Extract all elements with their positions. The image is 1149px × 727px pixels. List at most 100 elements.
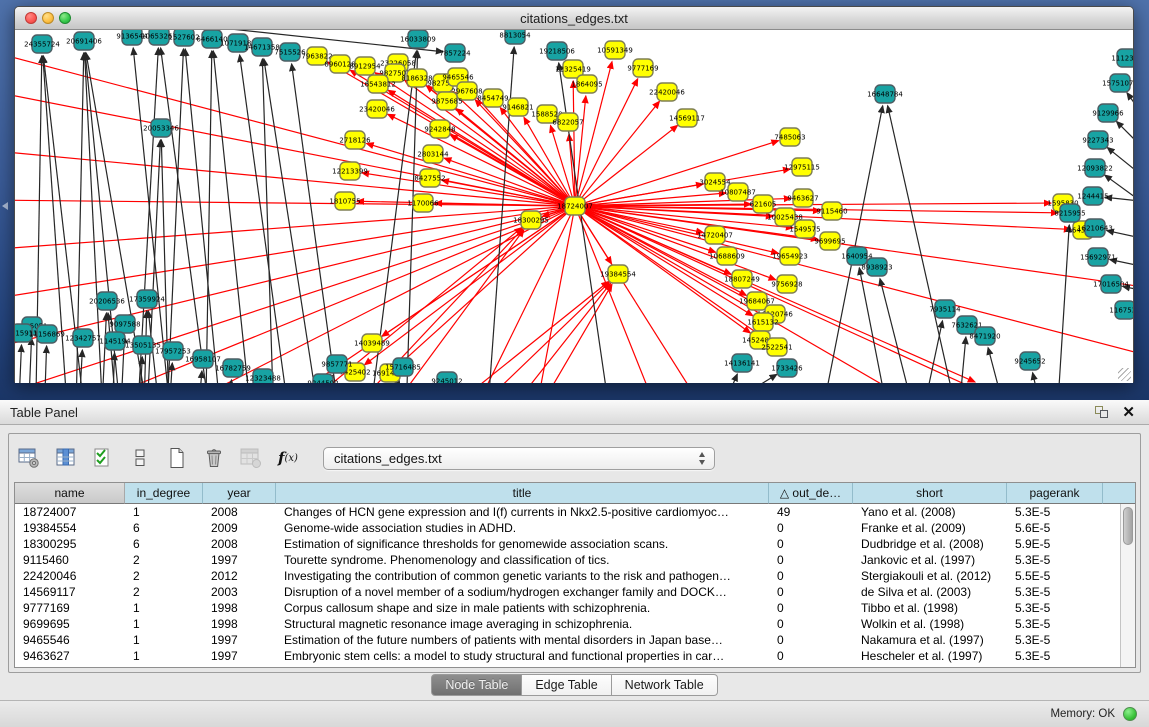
graph-node[interactable]: 17016504 (1093, 275, 1129, 293)
table-cell[interactable]: 5.5E-5 (1007, 568, 1103, 584)
minimize-window-button[interactable] (42, 12, 54, 24)
graph-node[interactable]: 9129966 (1092, 104, 1124, 122)
column-header-out_de[interactable]: △ out_de… (769, 483, 853, 504)
zoom-window-button[interactable] (59, 12, 71, 24)
float-panel-icon[interactable] (1095, 406, 1109, 419)
network-canvas[interactable]: 1872400718300295796382289601288912954232… (15, 30, 1133, 383)
graph-edge[interactable] (535, 206, 575, 383)
graph-node[interactable]: 10688609 (709, 247, 745, 265)
table-row[interactable]: 1938455462009Genome-wide association stu… (15, 520, 1135, 536)
table-cell[interactable]: 9115460 (15, 552, 125, 568)
graph-edge[interactable] (1127, 93, 1133, 125)
table-cell[interactable]: Dudbridge et al. (2008) (853, 536, 1007, 552)
table-cell[interactable]: 9463627 (15, 648, 125, 664)
table-cell[interactable]: Tourette syndrome. Phenomenology and cla… (276, 552, 769, 568)
table-cell[interactable]: 0 (769, 536, 853, 552)
graph-edge[interactable] (43, 346, 47, 383)
graph-node[interactable]: 1244415 (1077, 187, 1108, 205)
column-header-year[interactable]: year (203, 483, 276, 504)
graph-edge[interactable] (1033, 373, 1050, 383)
table-row[interactable]: 1872400712008Changes of HCN gene express… (15, 504, 1135, 520)
table-cell[interactable]: 1998 (203, 616, 276, 632)
graph-node[interactable]: 9097588 (109, 315, 140, 333)
graph-edge[interactable] (888, 106, 965, 383)
table-cell[interactable]: Hescheler et al. (1997) (853, 648, 1007, 664)
graph-edge[interactable] (185, 49, 225, 383)
table-settings-icon[interactable] (15, 444, 43, 472)
table-cell[interactable]: 5.3E-5 (1007, 552, 1103, 568)
function-builder-icon[interactable]: f(x) (274, 444, 302, 472)
graph-edge[interactable] (255, 206, 575, 383)
graph-node[interactable]: 9245652 (1014, 352, 1045, 370)
table-cell[interactable]: 18300295 (15, 536, 125, 552)
graph-edge[interactable] (880, 279, 925, 383)
table-cell[interactable]: 0 (769, 648, 853, 664)
column-header-title[interactable]: title (276, 483, 769, 504)
graph-edge[interactable] (262, 59, 275, 383)
table-cell[interactable]: 1 (125, 600, 203, 616)
table-cell[interactable]: 2 (125, 584, 203, 600)
graph-node[interactable]: 7485063 (774, 128, 805, 146)
table-cell[interactable]: Nakamura et al. (1997) (853, 632, 1007, 648)
graph-edge[interactable] (195, 371, 202, 383)
graph-node[interactable]: 17359924 (129, 290, 165, 308)
graph-node[interactable]: 19218506 (539, 42, 575, 60)
table-cell[interactable]: 5.3E-5 (1007, 632, 1103, 648)
table-cell[interactable]: 2003 (203, 584, 276, 600)
table-cell[interactable]: 6 (125, 536, 203, 552)
table-cell[interactable]: 1997 (203, 648, 276, 664)
delete-table-icon[interactable] (200, 444, 228, 472)
table-row[interactable]: 911546021997Tourette syndrome. Phenomeno… (15, 552, 1135, 568)
graph-edge[interactable] (575, 79, 638, 206)
graph-edge[interactable] (17, 345, 21, 383)
graph-node[interactable]: 621605 (750, 195, 777, 213)
column-header-short[interactable]: short (853, 483, 1007, 504)
table-cell[interactable]: 18724007 (15, 504, 125, 520)
graph-node[interactable]: 16033809 (400, 30, 436, 48)
table-cell[interactable]: Franke et al. (2009) (853, 520, 1007, 536)
insert-column-icon[interactable] (52, 444, 80, 472)
table-cell[interactable]: Investigating the contribution of common… (276, 568, 769, 584)
graph-edge[interactable] (1116, 121, 1133, 155)
table-cell[interactable]: 49 (769, 504, 853, 520)
table-cell[interactable]: 1 (125, 648, 203, 664)
table-cell[interactable]: 5.3E-5 (1007, 648, 1103, 664)
graph-edge[interactable] (1055, 225, 1069, 383)
table-cell[interactable]: 2012 (203, 568, 276, 584)
graph-node[interactable]: 22420046 (649, 83, 685, 101)
table-cell[interactable]: 1 (125, 504, 203, 520)
graph-edge[interactable] (575, 206, 1133, 360)
collapse-arrow-icon[interactable] (2, 202, 8, 210)
table-row[interactable]: 977716911998Corpus callosum shape and si… (15, 600, 1135, 616)
memory-ok-indicator[interactable] (1123, 707, 1137, 721)
table-cell[interactable]: 0 (769, 552, 853, 568)
table-cell[interactable]: Embryonic stem cells: a model to study s… (276, 648, 769, 664)
graph-node[interactable]: 12342757 (65, 329, 101, 347)
table-row[interactable]: 1456911722003Disruption of a novel membe… (15, 584, 1135, 600)
graph-node[interactable]: 1810755 (329, 192, 360, 210)
column-header-pagerank[interactable]: pagerank (1007, 483, 1103, 504)
graph-edge[interactable] (988, 348, 1015, 383)
table-cell[interactable]: Corpus callosum shape and size in male p… (276, 600, 769, 616)
tab-network-table[interactable]: Network Table (612, 674, 718, 696)
graph-node[interactable]: 1112304 (1111, 49, 1133, 67)
graph-edge[interactable] (475, 206, 575, 383)
graph-node[interactable]: 12975115 (784, 158, 820, 176)
graph-edge[interactable] (1105, 197, 1133, 202)
graph-node[interactable]: 19654923 (772, 247, 808, 265)
graph-node[interactable]: 15751074 (1102, 74, 1133, 92)
graph-node[interactable]: 10591349 (597, 41, 633, 59)
table-panel-header[interactable]: Table Panel ✕ (0, 400, 1149, 425)
table-vertical-scrollbar[interactable] (1120, 504, 1135, 667)
graph-node[interactable]: 9245012 (431, 372, 462, 383)
table-row[interactable]: 2242004622012Investigating the contribut… (15, 568, 1135, 584)
graph-node[interactable]: 9756928 (771, 275, 802, 293)
table-cell[interactable]: de Silva et al. (2003) (853, 584, 1007, 600)
graph-edge[interactable] (245, 228, 522, 383)
graph-node[interactable]: 20206536 (89, 292, 125, 310)
graph-edge[interactable] (705, 374, 737, 383)
table-row[interactable]: 1830029562008Estimation of significance … (15, 536, 1135, 552)
table-cell[interactable]: Jankovic et al. (1997) (853, 552, 1007, 568)
table-cell[interactable]: 1998 (203, 600, 276, 616)
new-table-icon[interactable] (163, 444, 191, 472)
